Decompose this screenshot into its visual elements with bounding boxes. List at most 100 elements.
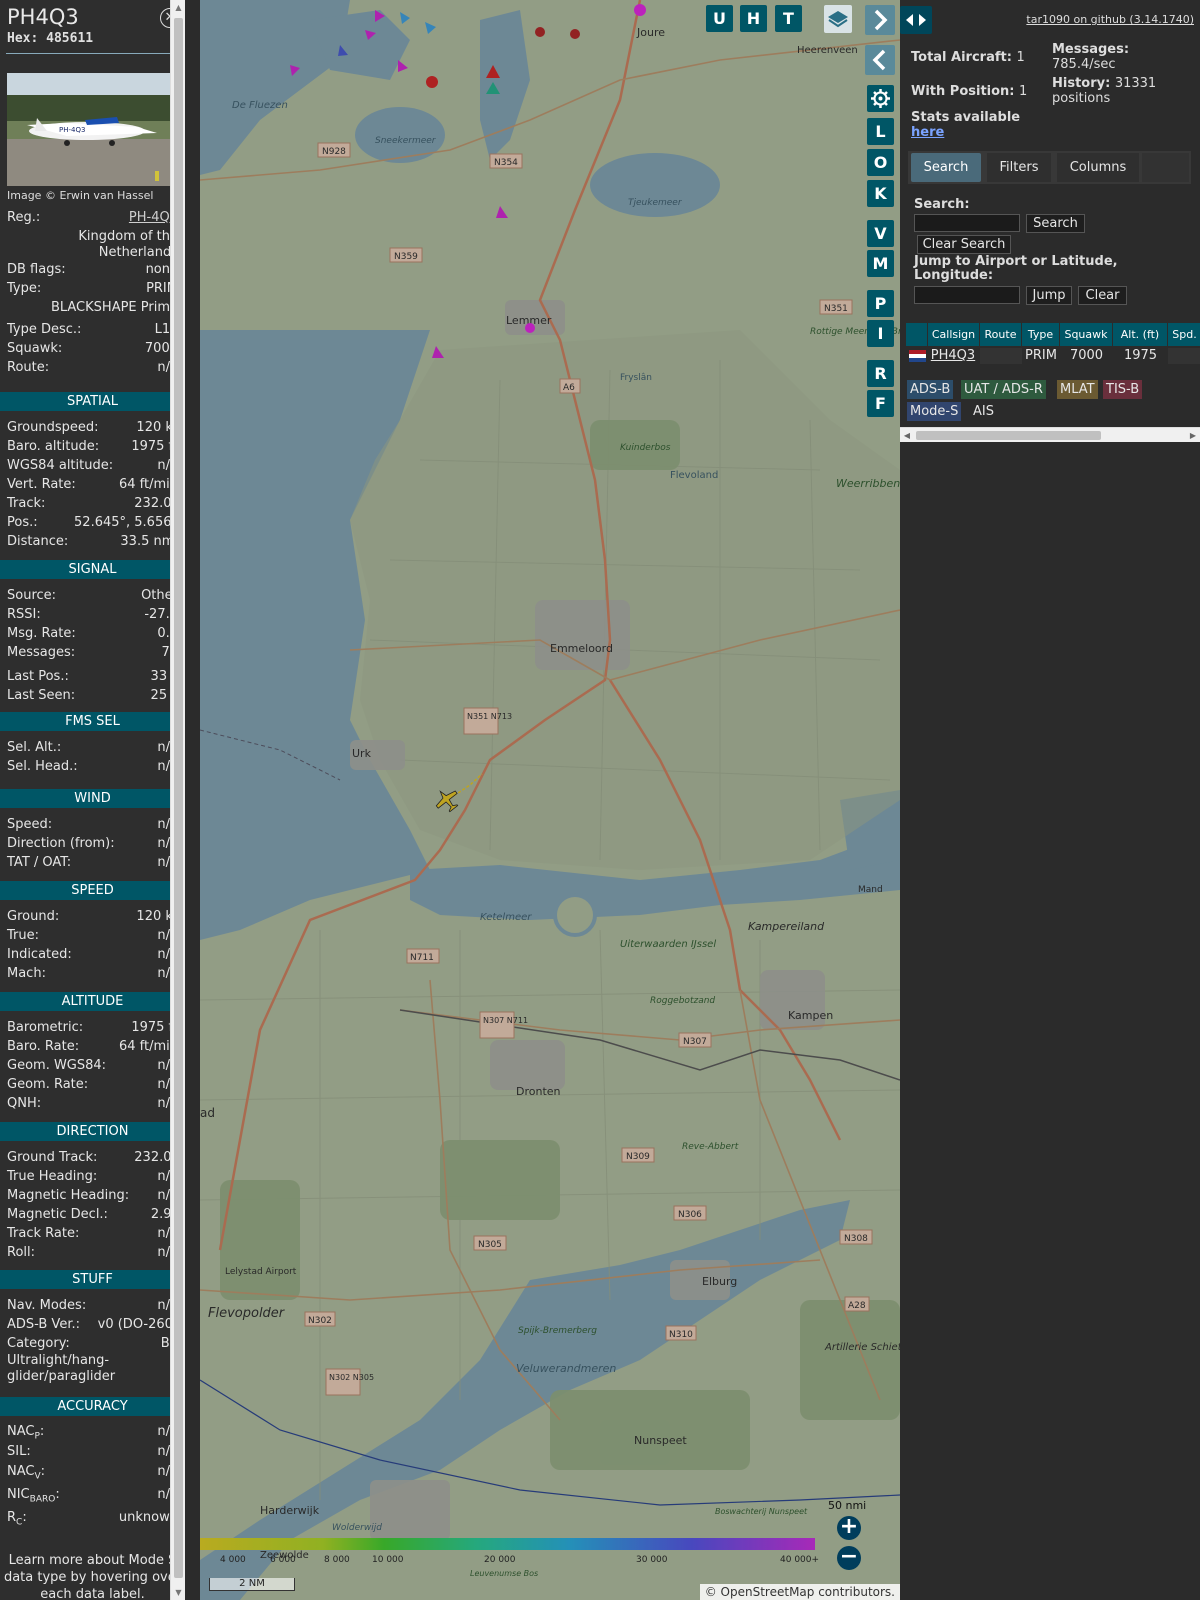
map-button-t[interactable]: T <box>775 5 802 32</box>
tab-search[interactable]: Search <box>911 153 981 182</box>
scroll-up-icon[interactable]: ▲ <box>171 0 185 15</box>
scroll-left-icon[interactable]: ◀ <box>900 428 914 443</box>
column-route[interactable]: Route <box>980 323 1022 346</box>
map-button-p[interactable]: P <box>867 290 894 317</box>
source-badge-mode-s[interactable]: Mode-S <box>907 402 962 421</box>
column-squawk[interactable]: Squawk <box>1060 323 1113 346</box>
tab-columns[interactable]: Columns <box>1057 153 1139 182</box>
source-badge-mlat[interactable]: MLAT <box>1057 380 1098 399</box>
chevron-left-icon[interactable] <box>865 45 895 75</box>
road-label: N307 N711 <box>483 1016 528 1025</box>
signal-label: Last Seen: <box>7 688 76 703</box>
section-spatial[interactable]: SPATIAL <box>0 392 185 411</box>
stats-available: Stats available here <box>911 110 1021 140</box>
map-attribution[interactable]: © OpenStreetMap contributors. <box>699 1584 900 1600</box>
map-button-u[interactable]: U <box>706 5 733 32</box>
spatial-label: Baro. altitude: <box>7 439 100 454</box>
road-label: N359 <box>394 252 418 262</box>
map-button-k[interactable]: K <box>867 180 894 207</box>
spatial-label: Distance: <box>7 534 69 549</box>
stats-here-link[interactable]: here <box>911 125 944 140</box>
sidebar: tar1090 on github (3.14.1740) Total Airc… <box>900 0 1200 1600</box>
map-button-o[interactable]: O <box>867 149 894 176</box>
source-badge-tis-b[interactable]: TIS-B <box>1103 380 1143 399</box>
tab-filters[interactable]: Filters <box>987 153 1051 182</box>
section-wind[interactable]: WIND <box>0 789 185 808</box>
h-scrollbar-thumb[interactable] <box>916 431 1101 440</box>
clear-search-button[interactable]: Clear Search <box>917 235 1011 254</box>
zoom-in-button[interactable]: + <box>837 1516 861 1540</box>
table-horizontal-scrollbar[interactable]: ◀ ▶ <box>900 427 1200 442</box>
map-button-i[interactable]: I <box>867 320 894 347</box>
jump-input[interactable] <box>914 286 1020 304</box>
mode-s-help-note: Learn more about Mode S data type by hov… <box>3 1553 182 1600</box>
history-stat: History: 31331 positions <box>1052 76 1157 106</box>
github-link[interactable]: tar1090 on github (3.14.1740) <box>1026 13 1194 26</box>
scroll-right-icon[interactable]: ▶ <box>1186 428 1200 443</box>
map-button-h[interactable]: H <box>740 5 767 32</box>
map-background: Joure Heerenveen De Fluezen Sneekermeer … <box>200 0 900 1600</box>
scrollbar-thumb[interactable] <box>174 18 183 1578</box>
splitter[interactable] <box>900 0 906 1600</box>
place-label: Kuinderbos <box>620 443 671 453</box>
jump-button[interactable]: Jump <box>1026 286 1072 305</box>
expand-collapse-icon[interactable] <box>900 6 932 34</box>
source-badge-uat-ads-r[interactable]: UAT / ADS-R <box>961 380 1046 399</box>
section-stuff[interactable]: STUFF <box>0 1270 185 1289</box>
place-label: Spijk-Bremerberg <box>518 1326 597 1336</box>
column-altitude[interactable]: Alt. (ft) <box>1113 323 1168 346</box>
source-badge-ais[interactable]: AIS <box>970 402 997 421</box>
section-fms-sel[interactable]: FMS SEL <box>0 712 185 731</box>
row-callsign[interactable]: PH4Q3 <box>928 348 978 364</box>
section-signal[interactable]: SIGNAL <box>0 560 185 579</box>
place-label: Emmeloord <box>550 642 613 655</box>
row-route <box>980 348 1022 364</box>
chevron-right-icon[interactable] <box>865 5 895 35</box>
row-altitude: 1975 <box>1123 348 1158 363</box>
spatial-label: Vert. Rate: <box>7 477 76 492</box>
direction-label: Ground Track: <box>7 1150 98 1165</box>
road-label: A6 <box>563 383 575 393</box>
country-value: Kingdom of the Netherlands <box>78 229 178 260</box>
column-type[interactable]: Type <box>1022 323 1060 346</box>
gear-icon[interactable] <box>867 85 894 112</box>
map-canvas[interactable]: Joure Heerenveen De Fluezen Sneekermeer … <box>200 0 900 1600</box>
section-direction[interactable]: DIRECTION <box>0 1122 185 1141</box>
place-label: Harderwijk <box>260 1504 320 1517</box>
map-button-l[interactable]: L <box>867 118 894 145</box>
spatial-label: Pos.: <box>7 515 38 530</box>
section-speed[interactable]: SPEED <box>0 881 185 900</box>
column-callsign[interactable]: Callsign <box>928 323 980 346</box>
altitude-label: Baro. Rate: <box>7 1039 80 1054</box>
place-label: Urk <box>352 747 372 760</box>
map-button-f[interactable]: F <box>867 390 894 417</box>
altitude-label: Geom. Rate: <box>7 1077 89 1092</box>
zoom-out-button[interactable]: − <box>837 1546 861 1570</box>
altitude-legend-bar <box>200 1538 815 1550</box>
map-button-m[interactable]: M <box>867 250 894 277</box>
scroll-down-icon[interactable]: ▼ <box>171 1585 185 1600</box>
search-button[interactable]: Search <box>1026 214 1085 233</box>
altitude-legend-label: 30 000 <box>636 1555 668 1565</box>
column-speed[interactable]: Spd. <box>1168 323 1200 346</box>
place-label: Kampereiland <box>748 920 825 933</box>
signal-label: Messages: <box>7 645 76 660</box>
section-altitude[interactable]: ALTITUDE <box>0 992 185 1011</box>
map-button-r[interactable]: R <box>867 360 894 387</box>
divider <box>6 53 180 54</box>
source-badge-ads-b[interactable]: ADS-B <box>907 380 954 399</box>
info-panel-scrollbar[interactable]: ▲ ▼ <box>170 0 185 1600</box>
place-label: Uiterwaarden IJssel <box>620 939 716 950</box>
aircraft-photo[interactable]: PH-4Q3 <box>7 73 178 186</box>
wind-label: TAT / OAT: <box>7 855 72 870</box>
map-button-v[interactable]: V <box>867 220 894 247</box>
direction-label: Magnetic Decl.: <box>7 1207 108 1222</box>
section-accuracy[interactable]: ACCURACY <box>0 1397 185 1416</box>
column-flag[interactable] <box>906 323 928 346</box>
hex-code: Hex: 485611 <box>7 31 94 46</box>
clear-jump-button[interactable]: Clear <box>1078 286 1127 305</box>
photo-reg-text: PH-4Q3 <box>59 126 85 134</box>
tab-bar: Search Filters Columns <box>908 151 1191 184</box>
search-input[interactable] <box>914 214 1020 232</box>
layers-icon[interactable] <box>824 5 852 33</box>
